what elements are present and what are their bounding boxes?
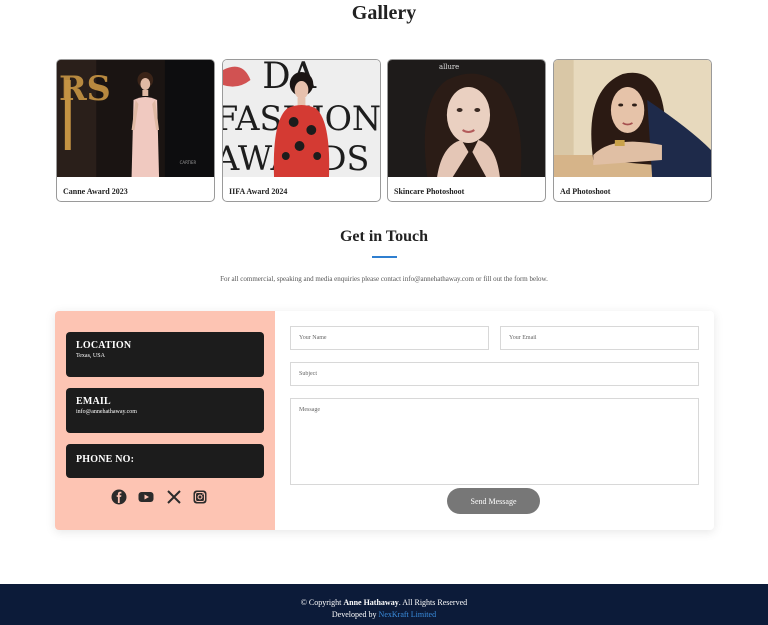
phone-box: PHONE NO: [66, 444, 264, 478]
copyright-owner: Anne Hathaway [343, 598, 399, 607]
send-message-button[interactable]: Send Message [447, 488, 540, 514]
gallery-photo-ad [554, 60, 711, 177]
contact-info-column: LOCATION Texas, USA EMAIL info@annehatha… [55, 311, 275, 530]
gallery-card-label: Canne Award 2023 [63, 187, 128, 196]
location-box: LOCATION Texas, USA [66, 332, 264, 377]
message-field[interactable] [290, 398, 699, 485]
social-links [111, 489, 211, 505]
name-field[interactable] [290, 326, 489, 350]
gallery-title: Gallery [351, 2, 417, 24]
email-box: EMAIL info@annehathaway.com [66, 388, 264, 433]
youtube-icon[interactable] [138, 489, 154, 505]
facebook-icon[interactable] [111, 489, 127, 505]
contact-title: Get in Touch [339, 228, 429, 245]
gallery-card-label: IIFA Award 2024 [229, 187, 288, 196]
gallery-photo-canne: RS CARTIER [57, 60, 214, 177]
footer: © Copyright Anne Hathaway. All Rights Re… [0, 584, 768, 625]
contact-panel: LOCATION Texas, USA EMAIL info@annehatha… [55, 311, 714, 530]
email-field[interactable] [500, 326, 699, 350]
gallery-card[interactable]: Ad Photoshoot [553, 59, 712, 202]
gallery-photo-iifa: DA FASHION AWARDS [223, 60, 380, 177]
copyright-prefix: © Copyright [300, 598, 344, 607]
location-value: Texas, USA [76, 353, 105, 359]
gallery-card[interactable]: DA FASHION AWARDS IIFA Award 2024 [222, 59, 381, 202]
gallery-photo-skincare: allure [388, 60, 545, 177]
instagram-icon[interactable] [192, 489, 208, 505]
email-value: info@annehathaway.com [76, 409, 137, 415]
phone-heading: PHONE NO: [76, 454, 135, 465]
developer-link[interactable]: NexKraft Limited [379, 610, 437, 619]
subject-field[interactable] [290, 362, 699, 386]
title-underline [372, 256, 397, 258]
location-heading: LOCATION [76, 340, 132, 351]
x-icon[interactable] [166, 489, 182, 505]
copyright-line: © Copyright Anne Hathaway. All Rights Re… [0, 598, 768, 607]
developed-prefix: Developed by [331, 610, 379, 619]
allure-watermark: allure [439, 63, 459, 71]
copyright-suffix: . All Rights Reserved [398, 598, 468, 607]
gallery-card[interactable]: RS CARTIER Canne Award 2023 [56, 59, 215, 202]
svg-text:CARTIER: CARTIER [180, 160, 197, 165]
gallery-card-label: Ad Photoshoot [560, 187, 611, 196]
gallery-card[interactable]: allure Skincare Photoshoot [387, 59, 546, 202]
gallery-cards: RS CARTIER Canne Award 2023 DA FASHION A… [56, 59, 714, 204]
email-heading: EMAIL [76, 396, 111, 407]
contact-intro: For all commercial, speaking and media e… [220, 275, 548, 283]
gallery-card-label: Skincare Photoshoot [394, 187, 465, 196]
developer-line: Developed by NexKraft Limited [0, 610, 768, 619]
